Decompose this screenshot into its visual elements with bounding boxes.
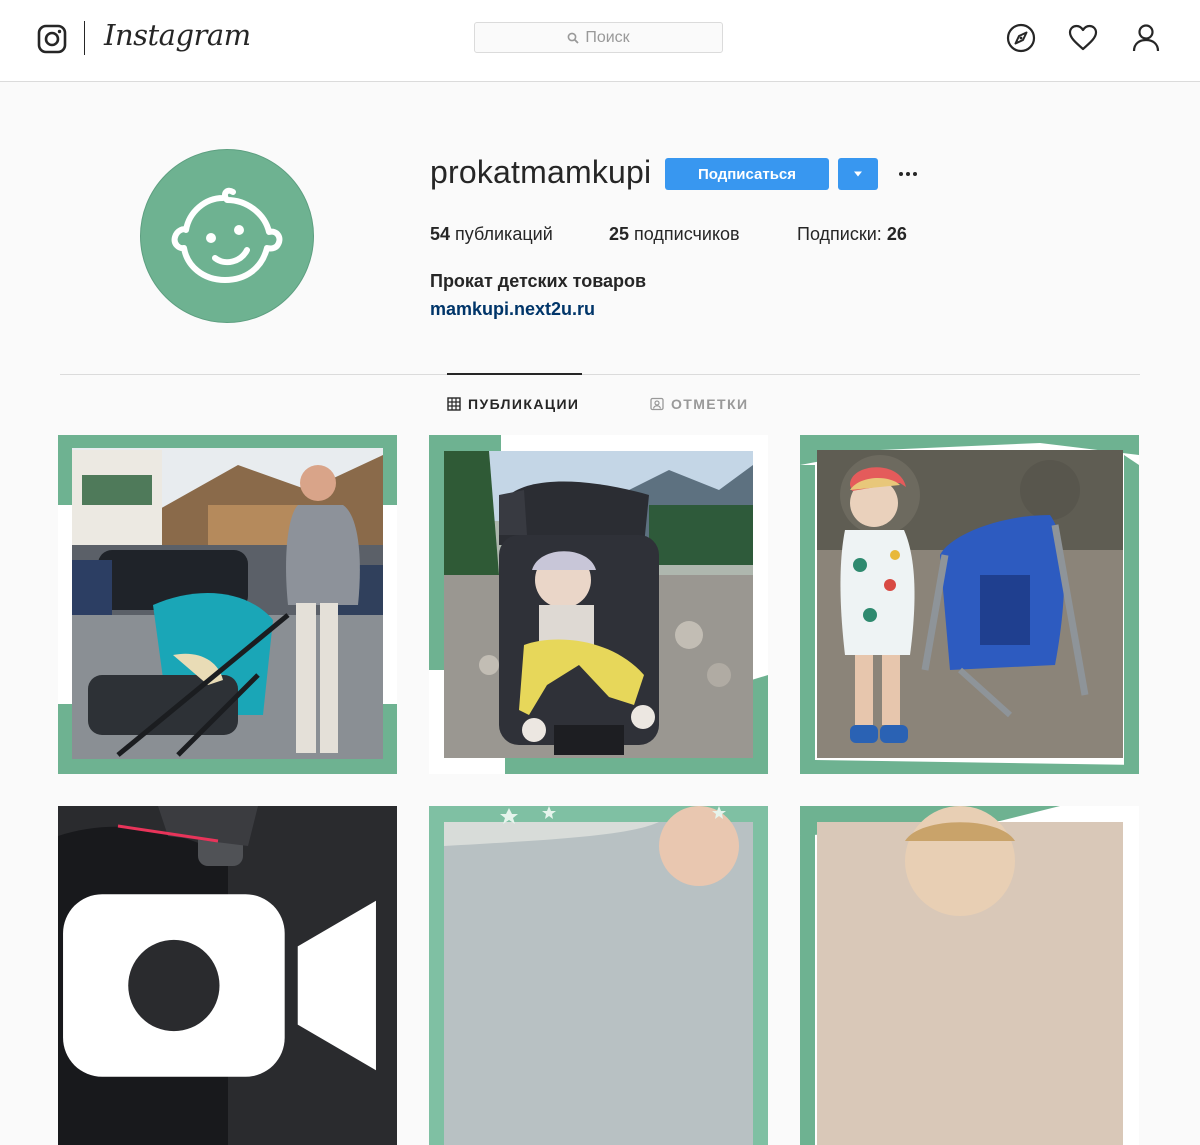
suggestions-dropdown-button[interactable]	[838, 158, 878, 190]
tab-tagged-label: ОТМЕТКИ	[671, 396, 749, 412]
posts-stat: 54 публикаций	[430, 224, 553, 245]
grid-icon	[447, 397, 461, 411]
bio-website-link[interactable]: mamkupi.next2u.ru	[430, 299, 595, 320]
instagram-wordmark[interactable]: Instagram	[104, 18, 251, 52]
following-stat[interactable]: Подписки: 26	[797, 224, 907, 245]
active-tab-indicator	[447, 373, 582, 375]
post-image	[800, 806, 1139, 1145]
post-thumbnail[interactable]	[58, 806, 397, 1145]
tabs-divider	[60, 374, 1140, 375]
caret-down-icon	[854, 171, 862, 177]
followers-label: подписчиков	[634, 224, 740, 244]
instagram-logo-icon[interactable]	[37, 24, 67, 54]
post-image	[58, 435, 397, 774]
tagged-icon	[650, 397, 664, 411]
baby-face-logo-icon	[171, 187, 283, 283]
posts-label: публикаций	[455, 224, 553, 244]
profile-avatar[interactable]	[140, 149, 314, 323]
search-input[interactable]: Поиск	[474, 22, 723, 53]
tab-tagged[interactable]: ОТМЕТКИ	[650, 396, 748, 412]
profile-username: prokatmamkupi	[430, 154, 652, 190]
follow-button[interactable]: Подписаться	[665, 158, 829, 190]
post-image	[800, 435, 1139, 774]
followers-stat[interactable]: 25 подписчиков	[609, 224, 740, 245]
followers-count: 25	[609, 224, 630, 244]
post-thumbnail[interactable]	[429, 435, 768, 774]
post-image	[429, 435, 768, 774]
search-icon	[567, 32, 579, 44]
activity-heart-icon[interactable]	[1067, 22, 1099, 54]
bio-full-name: Прокат детских товаров	[430, 271, 647, 291]
explore-compass-icon[interactable]	[1005, 22, 1037, 54]
search-placeholder: Поиск	[585, 28, 630, 46]
post-thumbnail[interactable]	[58, 435, 397, 774]
posts-count: 54	[430, 224, 451, 244]
top-navigation: Instagram Поиск	[0, 0, 1200, 82]
tab-posts-label: ПУБЛИКАЦИИ	[468, 396, 580, 412]
logo-divider	[84, 21, 85, 55]
video-camera-icon	[63, 894, 376, 1077]
post-image	[429, 806, 768, 1145]
following-count: 26	[886, 224, 907, 244]
tab-posts[interactable]: ПУБЛИКАЦИИ	[447, 396, 579, 412]
following-label: Подписки:	[797, 224, 882, 244]
profile-user-icon[interactable]	[1130, 22, 1162, 54]
more-options-icon[interactable]	[894, 162, 922, 186]
post-thumbnail[interactable]	[429, 806, 768, 1145]
post-thumbnail[interactable]	[800, 806, 1139, 1145]
post-thumbnail[interactable]	[800, 435, 1139, 774]
